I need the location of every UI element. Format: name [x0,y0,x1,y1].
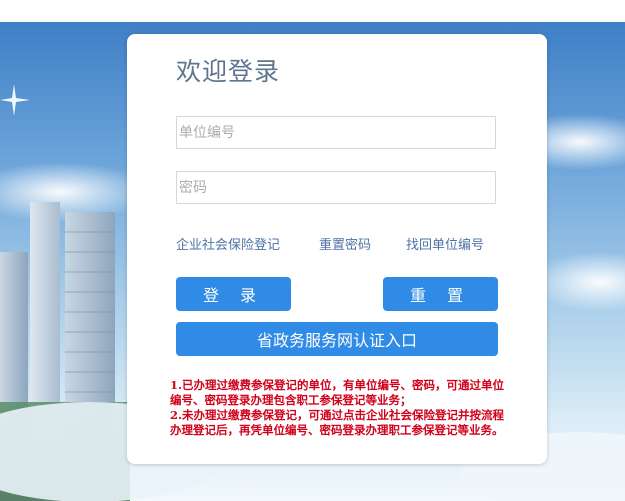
reset-password-link[interactable]: 重置密码 [319,234,371,253]
page-title: 欢迎登录 [176,57,281,86]
enterprise-insurance-register-link[interactable]: 企业社会保险登记 [176,234,280,253]
login-card: 欢迎登录 企业社会保险登记 重置密码 找回单位编号 登 录 重 置 省政务服务网… [127,34,547,464]
top-bar [0,0,625,22]
unit-number-input[interactable] [176,116,496,149]
notice-item-1: 1.已办理过缴费参保登记的单位，有单位编号、密码，可通过单位编号、密码登录办理包… [170,378,505,407]
gov-portal-auth-button[interactable]: 省政务服务网认证入口 [176,322,498,356]
login-button[interactable]: 登 录 [176,277,291,311]
notice-item-2: 2.未办理过缴费参保登记，可通过点击企业社会保险登记并按流程办理登记后，再凭单位… [170,408,505,437]
notice-text: 1.已办理过缴费参保登记的单位，有单位编号、密码，可通过单位编号、密码登录办理包… [170,378,510,438]
reset-button[interactable]: 重 置 [383,277,498,311]
link-row: 企业社会保险登记 重置密码 找回单位编号 [176,234,496,254]
find-unit-number-link[interactable]: 找回单位编号 [406,234,484,253]
password-input[interactable] [176,171,496,204]
sparkle-icon [0,84,30,116]
